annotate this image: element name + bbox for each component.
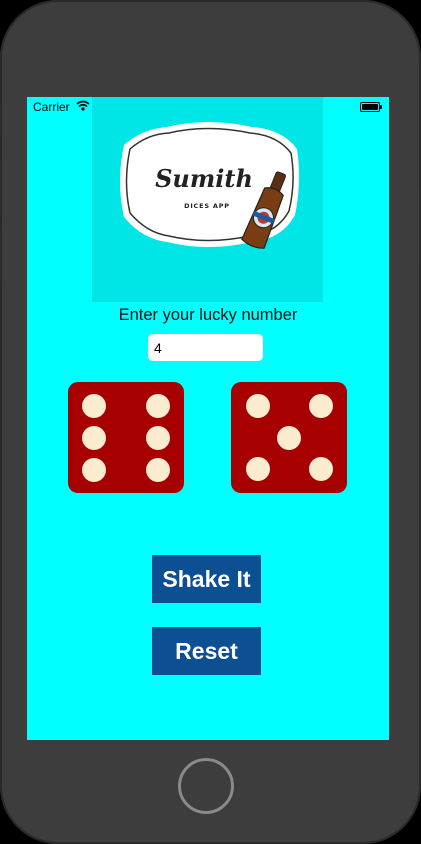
home-button[interactable] — [178, 758, 234, 814]
die-pip — [82, 394, 106, 418]
battery-icon — [360, 102, 382, 112]
logo-subtitle: DICES APP — [184, 202, 230, 210]
right-die — [231, 382, 347, 493]
die-pip — [246, 394, 270, 418]
die-pip — [82, 426, 106, 450]
die-pip — [146, 426, 170, 450]
die-pip — [146, 394, 170, 418]
app-screen: Carrier 7:28 PM Sumith DICES APP — [27, 97, 389, 740]
die-pip — [309, 394, 333, 418]
mute-switch — [0, 105, 1, 135]
app-logo: Sumith DICES APP — [92, 97, 323, 302]
lucky-number-input[interactable] — [148, 334, 263, 361]
logo-name: Sumith — [155, 164, 253, 193]
volume-up-button — [0, 160, 1, 215]
shake-it-button[interactable]: Shake It — [152, 555, 261, 603]
die-pip — [277, 426, 301, 450]
lucky-number-prompt: Enter your lucky number — [118, 306, 298, 324]
die-pip — [246, 457, 270, 481]
volume-down-button — [0, 228, 1, 283]
reset-button[interactable]: Reset — [152, 627, 261, 675]
die-pip — [82, 458, 106, 482]
left-die — [68, 382, 184, 493]
phone-frame: Carrier 7:28 PM Sumith DICES APP — [0, 0, 421, 844]
die-pip — [309, 457, 333, 481]
die-pip — [146, 458, 170, 482]
